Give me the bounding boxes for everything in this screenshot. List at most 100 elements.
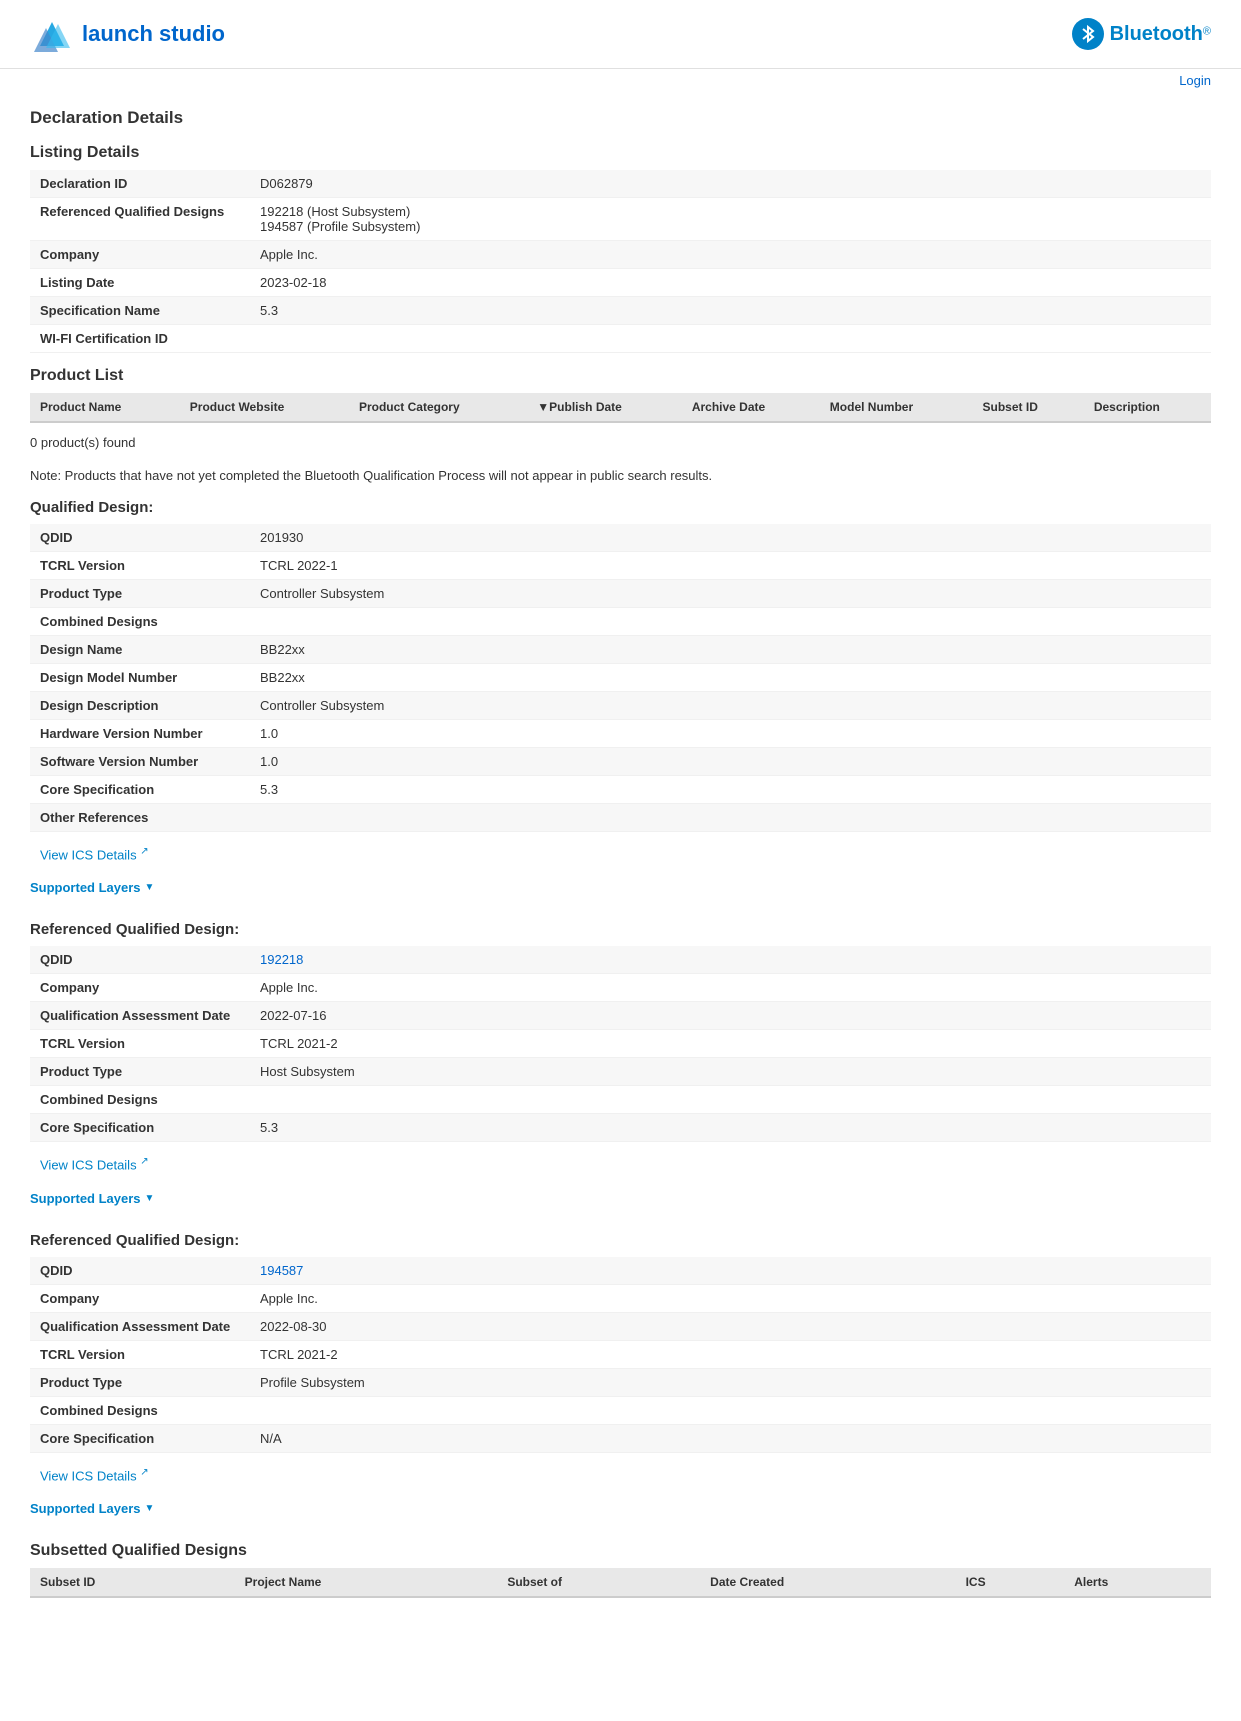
- detail-value: 1.0: [250, 748, 1211, 776]
- bluetooth-icon: [1072, 18, 1104, 50]
- detail-label: Product Type: [30, 1368, 250, 1396]
- detail-label: Design Name: [30, 636, 250, 664]
- detail-row: QDID 194587: [30, 1257, 1211, 1285]
- detail-label: Hardware Version Number: [30, 720, 250, 748]
- detail-row: Combined Designs: [30, 1086, 1211, 1114]
- view-ics-link-1[interactable]: View ICS Details ↗: [30, 840, 1211, 868]
- detail-label: Core Specification: [30, 776, 250, 804]
- detail-label: Software Version Number: [30, 748, 250, 776]
- subsetted-col-header[interactable]: Project Name: [235, 1568, 498, 1597]
- ref-design-1-title: Referenced Qualified Design:: [30, 921, 1211, 938]
- sort-arrow-icon: ▼: [537, 400, 549, 414]
- listing-value: 2023-02-18: [250, 269, 1211, 297]
- detail-row: Core Specification5.3: [30, 776, 1211, 804]
- product-col-header[interactable]: Model Number: [820, 393, 973, 422]
- detail-value: 5.3: [250, 776, 1211, 804]
- qualified-design-title: Qualified Design:: [30, 499, 1211, 516]
- dropdown-arrow-icon-3: ▼: [145, 1503, 155, 1514]
- detail-label: TCRL Version: [30, 1030, 250, 1058]
- listing-label: WI-FI Certification ID: [30, 325, 250, 353]
- product-col-header[interactable]: Product Category: [349, 393, 527, 422]
- listing-row: Company Apple Inc.: [30, 241, 1211, 269]
- product-col-header[interactable]: Description: [1084, 393, 1211, 422]
- qdid-link[interactable]: 192218: [260, 952, 303, 967]
- detail-label: Product Type: [30, 1058, 250, 1086]
- ref-design-2-table: QDID 194587 CompanyApple Inc.Qualification…: [30, 1257, 1211, 1453]
- subsetted-col-header[interactable]: Subset of: [497, 1568, 700, 1597]
- listing-table: Declaration ID D062879Referenced Qualifi…: [30, 170, 1211, 353]
- product-col-header[interactable]: Product Website: [180, 393, 349, 422]
- main-content: Declaration Details Listing Details Decl…: [0, 92, 1241, 1628]
- product-col-header[interactable]: ▼Publish Date: [527, 393, 682, 422]
- view-ics-link-2[interactable]: View ICS Details ↗: [30, 1150, 1211, 1178]
- listing-value: Apple Inc.: [250, 241, 1211, 269]
- detail-row: Other References: [30, 804, 1211, 832]
- listing-label: Declaration ID: [30, 170, 250, 198]
- detail-value: N/A: [250, 1424, 1211, 1452]
- detail-row: Core SpecificationN/A: [30, 1424, 1211, 1452]
- detail-value: Host Subsystem: [250, 1058, 1211, 1086]
- listing-value: 5.3: [250, 297, 1211, 325]
- detail-row: Core Specification5.3: [30, 1114, 1211, 1142]
- supported-layers-btn-2[interactable]: Supported Layers ▼: [30, 1185, 154, 1212]
- product-col-header[interactable]: Archive Date: [682, 393, 820, 422]
- detail-row: Hardware Version Number1.0: [30, 720, 1211, 748]
- detail-row: Product TypeHost Subsystem: [30, 1058, 1211, 1086]
- listing-value: [250, 325, 1211, 353]
- detail-label: Qualification Assessment Date: [30, 1002, 250, 1030]
- product-col-header[interactable]: Product Name: [30, 393, 180, 422]
- detail-row: TCRL VersionTCRL 2021-2: [30, 1030, 1211, 1058]
- dropdown-arrow-icon: ▼: [145, 882, 155, 893]
- detail-row: CompanyApple Inc.: [30, 974, 1211, 1002]
- bluetooth-logo: Bluetooth®: [1072, 18, 1211, 50]
- login-link[interactable]: Login: [1179, 73, 1211, 88]
- listing-label: Company: [30, 241, 250, 269]
- product-col-header[interactable]: Subset ID: [973, 393, 1084, 422]
- detail-row: CompanyApple Inc.: [30, 1284, 1211, 1312]
- detail-label: QDID: [30, 524, 250, 552]
- detail-value: [250, 804, 1211, 832]
- listing-label: Referenced Qualified Designs: [30, 198, 250, 241]
- detail-value: Controller Subsystem: [250, 580, 1211, 608]
- dropdown-arrow-icon-2: ▼: [145, 1193, 155, 1204]
- listing-label: Listing Date: [30, 269, 250, 297]
- detail-value: 194587: [250, 1257, 1211, 1285]
- subsetted-col-header[interactable]: Date Created: [700, 1568, 955, 1597]
- detail-label: QDID: [30, 946, 250, 974]
- product-note: Note: Products that have not yet complet…: [30, 468, 1211, 483]
- detail-label: TCRL Version: [30, 552, 250, 580]
- detail-value: Apple Inc.: [250, 1284, 1211, 1312]
- ref-design-2-title: Referenced Qualified Design:: [30, 1232, 1211, 1249]
- view-ics-link-3[interactable]: View ICS Details ↗: [30, 1461, 1211, 1489]
- supported-layers-btn-3[interactable]: Supported Layers ▼: [30, 1495, 154, 1522]
- detail-row: Qualification Assessment Date2022-07-16: [30, 1002, 1211, 1030]
- detail-value: TCRL 2021-2: [250, 1030, 1211, 1058]
- detail-row: QDID 192218: [30, 946, 1211, 974]
- detail-label: Combined Designs: [30, 1086, 250, 1114]
- detail-row: Combined Designs: [30, 608, 1211, 636]
- detail-label: Product Type: [30, 580, 250, 608]
- detail-value: Controller Subsystem: [250, 692, 1211, 720]
- detail-row: Product TypeController Subsystem: [30, 580, 1211, 608]
- listing-section-title: Listing Details: [30, 144, 1211, 162]
- detail-label: Other References: [30, 804, 250, 832]
- header: launch studio Bluetooth®: [0, 0, 1241, 69]
- detail-value: [250, 1396, 1211, 1424]
- detail-label: QDID: [30, 1257, 250, 1285]
- detail-value: Profile Subsystem: [250, 1368, 1211, 1396]
- qdid-link[interactable]: 194587: [260, 1263, 303, 1278]
- detail-value: TCRL 2021-2: [250, 1340, 1211, 1368]
- supported-layers-btn-1[interactable]: Supported Layers ▼: [30, 874, 154, 901]
- detail-row: Combined Designs: [30, 1396, 1211, 1424]
- subsetted-col-header[interactable]: ICS: [956, 1568, 1065, 1597]
- subsetted-col-header[interactable]: Subset ID: [30, 1568, 235, 1597]
- logo-text: launch studio: [82, 21, 225, 47]
- external-link-icon-2: ↗: [140, 1156, 148, 1167]
- product-list-title: Product List: [30, 367, 1211, 385]
- detail-row: Software Version Number1.0: [30, 748, 1211, 776]
- detail-label: TCRL Version: [30, 1340, 250, 1368]
- logo-area: launch studio: [30, 12, 225, 56]
- detail-label: Qualification Assessment Date: [30, 1312, 250, 1340]
- detail-label: Design Model Number: [30, 664, 250, 692]
- subsetted-col-header[interactable]: Alerts: [1064, 1568, 1211, 1597]
